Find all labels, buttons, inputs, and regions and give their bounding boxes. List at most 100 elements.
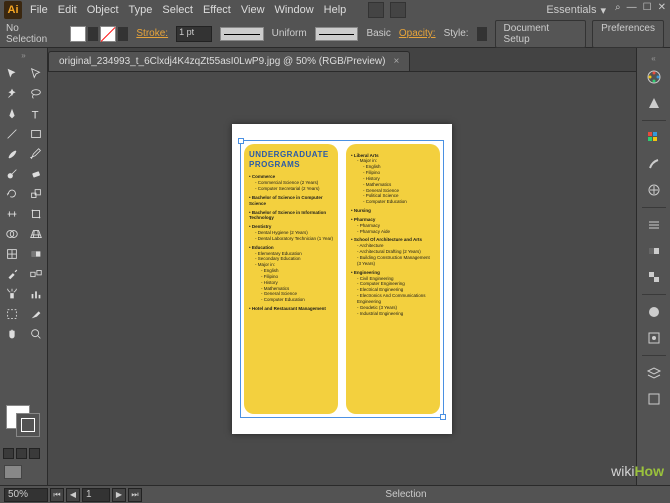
- layout-icon[interactable]: [390, 2, 406, 18]
- stroke-panel-icon[interactable]: [643, 214, 665, 236]
- menu-window[interactable]: Window: [275, 4, 314, 16]
- menu-view[interactable]: View: [241, 4, 265, 16]
- column-graph-tool[interactable]: [24, 284, 48, 304]
- current-tool-label: Selection: [385, 489, 426, 500]
- status-bar: 50% ⏮ ◀ 1 ▶ ⏭ Selection: [0, 485, 670, 503]
- menu-help[interactable]: Help: [324, 4, 347, 16]
- page-input[interactable]: 1: [82, 488, 110, 502]
- mesh-tool[interactable]: [0, 244, 24, 264]
- selection-tool[interactable]: [0, 64, 24, 84]
- layers-panel-icon[interactable]: [643, 362, 665, 384]
- watermark: wikiHow: [611, 463, 664, 481]
- stroke-weight-input[interactable]: 1 pt: [176, 26, 212, 42]
- menu-file[interactable]: File: [30, 4, 48, 16]
- panel-dock: «: [636, 48, 670, 485]
- paintbrush-tool[interactable]: [0, 144, 24, 164]
- width-tool[interactable]: [0, 204, 24, 224]
- content-right-panel: • Liberal Arts- Major in:- English- Fili…: [346, 144, 440, 414]
- menu-effect[interactable]: Effect: [203, 4, 231, 16]
- chevron-down-icon[interactable]: [88, 27, 98, 41]
- stroke-swatch[interactable]: [100, 26, 116, 42]
- fill-swatch[interactable]: [70, 26, 86, 42]
- menu-type[interactable]: Type: [129, 4, 153, 16]
- none-mode[interactable]: [29, 448, 40, 459]
- magic-wand-tool[interactable]: [0, 84, 24, 104]
- close-tab-icon[interactable]: ×: [393, 56, 399, 67]
- first-page-button[interactable]: ⏮: [50, 488, 64, 502]
- eraser-tool[interactable]: [24, 164, 48, 184]
- slice-tool[interactable]: [24, 304, 48, 324]
- uniform-label: Uniform: [272, 28, 307, 39]
- pencil-tool[interactable]: [24, 144, 48, 164]
- screen-mode[interactable]: [4, 465, 22, 479]
- brush-definition[interactable]: [315, 27, 359, 41]
- stroke-profile[interactable]: [220, 27, 264, 41]
- free-transform-tool[interactable]: [24, 204, 48, 224]
- line-segment-tool[interactable]: [0, 124, 24, 144]
- basic-label: Basic: [366, 28, 390, 39]
- appearance-panel-icon[interactable]: [643, 301, 665, 323]
- scale-tool[interactable]: [24, 184, 48, 204]
- last-page-button[interactable]: ⏭: [128, 488, 142, 502]
- symbols-panel-icon[interactable]: [643, 179, 665, 201]
- rectangle-tool[interactable]: [24, 124, 48, 144]
- chevron-down-icon[interactable]: [118, 27, 128, 41]
- zoom-tool[interactable]: [24, 324, 48, 344]
- document-tab[interactable]: original_234993_t_6Clxdj4K4zqZt55asI0LwP…: [48, 51, 410, 71]
- collapse-icon[interactable]: »: [21, 51, 25, 59]
- document-tab-label: original_234993_t_6Clxdj4K4zqZt55asI0LwP…: [59, 56, 385, 67]
- transparency-panel-icon[interactable]: [643, 266, 665, 288]
- prev-page-button[interactable]: ◀: [66, 488, 80, 502]
- menu-bar: File Edit Object Type Select Effect View…: [30, 4, 346, 16]
- search-icon[interactable]: ⌕: [615, 2, 621, 13]
- document-setup-button[interactable]: Document Setup: [495, 20, 587, 48]
- menu-select[interactable]: Select: [162, 4, 193, 16]
- pen-tool[interactable]: [0, 104, 24, 124]
- artboards-panel-icon[interactable]: [643, 388, 665, 410]
- gradient-tool[interactable]: [24, 244, 48, 264]
- gradient-mode[interactable]: [16, 448, 27, 459]
- color-guide-panel-icon[interactable]: [643, 92, 665, 114]
- eyedropper-tool[interactable]: [0, 264, 24, 284]
- artboard-tool[interactable]: [0, 304, 24, 324]
- stroke-color[interactable]: [16, 413, 40, 437]
- close-icon[interactable]: ✕: [658, 2, 666, 13]
- tools-panel: » T: [0, 48, 48, 485]
- minimize-icon[interactable]: —: [627, 2, 637, 13]
- lasso-tool[interactable]: [24, 84, 48, 104]
- brushes-panel-icon[interactable]: [643, 153, 665, 175]
- chevron-down-icon[interactable]: [477, 27, 487, 41]
- type-tool[interactable]: T: [24, 104, 48, 124]
- style-label[interactable]: Style:: [444, 28, 469, 39]
- selection-status: No Selection: [6, 23, 62, 45]
- blob-brush-tool[interactable]: [0, 164, 24, 184]
- workspace-switcher[interactable]: Essentials▾: [546, 4, 606, 17]
- layout-icon[interactable]: [368, 2, 384, 18]
- content-left-panel: UNDERGRADUATE PROGRAMS• Commerce- Commer…: [244, 144, 338, 414]
- rotate-tool[interactable]: [0, 184, 24, 204]
- blend-tool[interactable]: [24, 264, 48, 284]
- maximize-icon[interactable]: ☐: [643, 2, 652, 13]
- color-mode[interactable]: [3, 448, 14, 459]
- graphic-styles-panel-icon[interactable]: [643, 327, 665, 349]
- zoom-input[interactable]: 50%: [4, 488, 48, 502]
- menu-edit[interactable]: Edit: [58, 4, 77, 16]
- opacity-label[interactable]: Opacity:: [399, 28, 436, 39]
- swatches-panel-icon[interactable]: [643, 127, 665, 149]
- next-page-button[interactable]: ▶: [112, 488, 126, 502]
- canvas[interactable]: UNDERGRADUATE PROGRAMS• Commerce- Commer…: [48, 72, 636, 485]
- perspective-grid-tool[interactable]: [24, 224, 48, 244]
- symbol-sprayer-tool[interactable]: [0, 284, 24, 304]
- svg-text:T: T: [32, 109, 39, 121]
- stroke-label[interactable]: Stroke:: [136, 28, 168, 39]
- hand-tool[interactable]: [0, 324, 24, 344]
- preferences-button[interactable]: Preferences: [592, 20, 664, 48]
- menu-object[interactable]: Object: [87, 4, 119, 16]
- shape-builder-tool[interactable]: [0, 224, 24, 244]
- color-panel-icon[interactable]: [643, 66, 665, 88]
- direct-selection-tool[interactable]: [24, 64, 48, 84]
- gradient-panel-icon[interactable]: [643, 240, 665, 262]
- chevron-down-icon: ▾: [600, 4, 606, 17]
- artboard[interactable]: UNDERGRADUATE PROGRAMS• Commerce- Commer…: [232, 124, 452, 434]
- expand-icon[interactable]: «: [651, 54, 655, 62]
